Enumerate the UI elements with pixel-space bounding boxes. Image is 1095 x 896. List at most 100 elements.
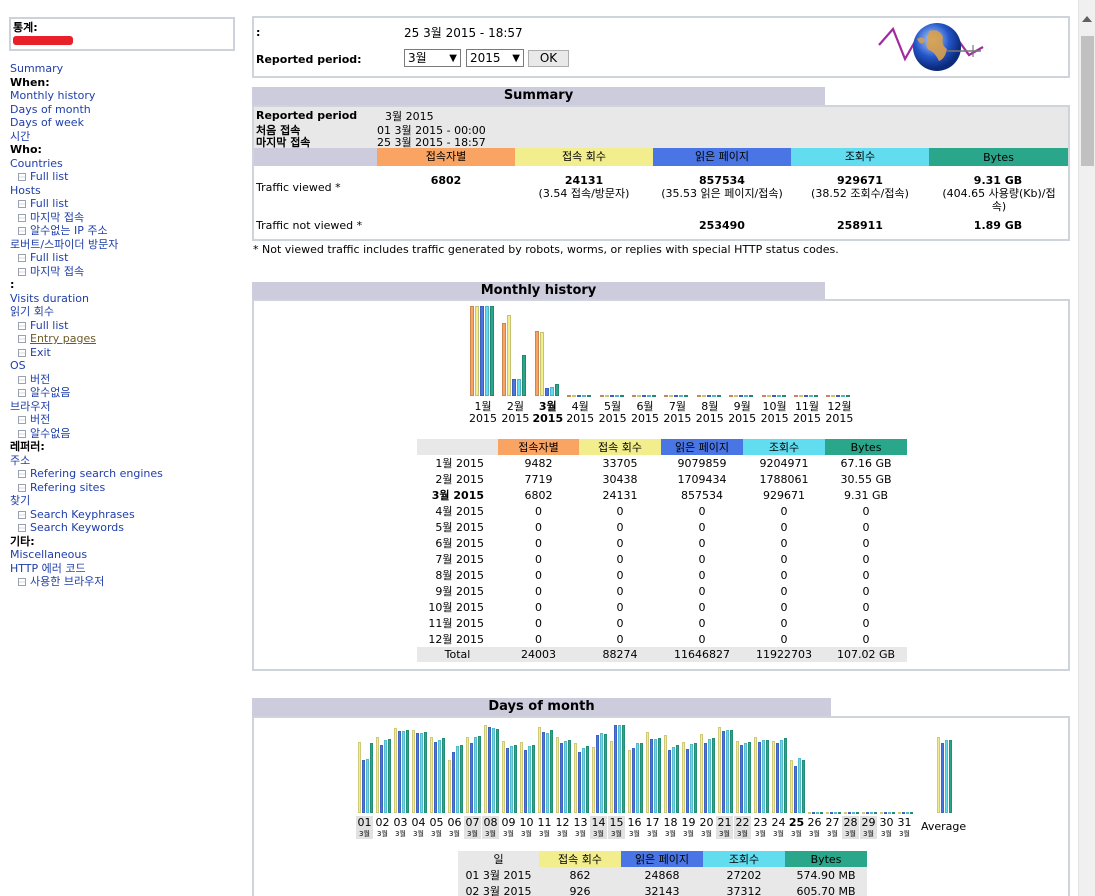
monthly-bar bbox=[637, 395, 641, 397]
nav-line: Days of month bbox=[10, 103, 240, 117]
nav-link[interactable]: 주소 bbox=[10, 454, 30, 467]
nav-sublink[interactable]: 사용한 브라우저 bbox=[30, 575, 104, 588]
nav-sublink[interactable]: Exit bbox=[30, 346, 51, 359]
table-row: 5월 2015 0 0 0 0 0 bbox=[417, 519, 907, 535]
days-bar bbox=[852, 812, 855, 814]
days-bar bbox=[694, 743, 697, 813]
days-day-label: 06 bbox=[447, 816, 462, 829]
nav-link[interactable]: Countries bbox=[10, 157, 63, 170]
ok-button[interactable]: OK bbox=[528, 50, 569, 67]
days-table: 일 접속 회수 읽은 페이지 조회수 Bytes 01 3월 2015 862 24868 27… bbox=[458, 851, 867, 896]
nav-link[interactable]: HTTP 에러 코드 bbox=[10, 562, 86, 575]
monthly-value-cell: 67.16 GB bbox=[840, 456, 892, 470]
days-bar bbox=[820, 812, 823, 814]
days-bar bbox=[524, 750, 527, 813]
nav-link[interactable]: 브라우저 bbox=[10, 400, 50, 413]
days-month-label: 3월 bbox=[575, 830, 586, 838]
nav-sublink[interactable]: Search Keyphrases bbox=[30, 508, 135, 521]
nav-link[interactable]: Days of month bbox=[10, 103, 91, 116]
monthly-total-cell: 11646827 bbox=[674, 648, 730, 661]
days-day-label: 09 bbox=[501, 816, 516, 829]
nav-sublink[interactable]: Refering sites bbox=[30, 481, 105, 494]
monthly-value-cell: 0 bbox=[698, 552, 706, 566]
scroll-up-arrow-icon[interactable] bbox=[1082, 16, 1092, 22]
nav-sublink[interactable]: 마지막 접속 bbox=[30, 211, 84, 224]
page-icon bbox=[18, 375, 26, 384]
monthly-bar bbox=[804, 395, 808, 397]
table-row: 01 3월 2015 862 24868 27202 574.90 MB bbox=[458, 867, 867, 883]
monthly-header-cell: 접속자별 bbox=[498, 439, 579, 455]
days-bar bbox=[574, 743, 577, 813]
days-month-label: 3월 bbox=[557, 830, 568, 838]
days-month-label: 3월 bbox=[464, 829, 481, 839]
nav-line: 시간 bbox=[10, 130, 240, 144]
days-bar bbox=[776, 743, 779, 813]
nav-subitem: 알수없음 bbox=[10, 386, 70, 399]
days-bar bbox=[532, 745, 535, 813]
days-header-cell: Bytes bbox=[785, 851, 867, 867]
nav-line: Full list bbox=[10, 319, 240, 333]
monthly-title: Monthly history bbox=[252, 282, 825, 300]
nav-subitem: 마지막 접속 bbox=[10, 211, 84, 224]
nav-sublink[interactable]: Full list bbox=[30, 197, 68, 210]
days-bar bbox=[798, 758, 801, 813]
days-bar bbox=[880, 812, 883, 814]
nav-sublink[interactable]: 알수없음 bbox=[30, 427, 70, 440]
nav-subitem: Exit bbox=[10, 346, 51, 359]
nav-line: : bbox=[10, 278, 240, 292]
nav-link[interactable]: Monthly history bbox=[10, 89, 95, 102]
nav-link[interactable]: 읽기 회수 bbox=[10, 305, 54, 318]
days-bar bbox=[780, 740, 783, 813]
nav-line: Miscellaneous bbox=[10, 548, 240, 562]
nav-sublink[interactable]: 알수없음 bbox=[30, 386, 70, 399]
year-select[interactable]: 2015 ▼ bbox=[466, 49, 524, 67]
nav-link[interactable]: Summary bbox=[10, 62, 63, 75]
table-row: 6월 2015 0 0 0 0 0 bbox=[417, 535, 907, 551]
days-month-label: 3월 bbox=[899, 830, 910, 838]
nav-link[interactable]: Visits duration bbox=[10, 292, 89, 305]
days-table-header: 일 접속 회수 읽은 페이지 조회수 Bytes bbox=[458, 851, 867, 867]
nav-sublink[interactable]: Full list bbox=[30, 251, 68, 264]
days-day-label: 05 bbox=[429, 816, 444, 829]
nav-subitem: Search Keywords bbox=[10, 521, 124, 534]
nav-link[interactable]: Hosts bbox=[10, 184, 41, 197]
stat-label: 통계: bbox=[13, 21, 38, 34]
page-icon bbox=[18, 173, 26, 181]
redacted-site-name bbox=[13, 36, 73, 45]
days-month-label: 3월 bbox=[842, 829, 859, 839]
nav-sublink[interactable]: Entry pages bbox=[30, 332, 96, 345]
days-bar bbox=[366, 759, 369, 813]
nav-link[interactable]: Miscellaneous bbox=[10, 548, 87, 561]
monthly-value-cell: 0 bbox=[616, 552, 624, 566]
nav-sublink[interactable]: 마지막 접속 bbox=[30, 265, 84, 278]
nav-link[interactable]: 로버트/스파이더 방문자 bbox=[10, 238, 118, 251]
nav-line: Countries bbox=[10, 157, 240, 171]
days-bar bbox=[945, 740, 948, 813]
nav-link[interactable]: Days of week bbox=[10, 116, 84, 129]
monthly-bar bbox=[507, 315, 512, 396]
monthly-month-cell: 11월 2015 bbox=[428, 617, 484, 630]
nav-link[interactable]: OS bbox=[10, 359, 26, 372]
days-bar bbox=[556, 737, 559, 813]
nav-sublink[interactable]: Full list bbox=[30, 319, 68, 332]
scroll-thumb[interactable] bbox=[1081, 36, 1094, 166]
nav-sublink[interactable]: 버전 bbox=[30, 373, 50, 386]
days-bar bbox=[622, 725, 625, 813]
days-bar bbox=[614, 725, 617, 813]
summary-viewed-value: 857534 bbox=[699, 174, 745, 187]
nav-link[interactable]: 찾기 bbox=[10, 494, 30, 507]
monthly-bar bbox=[711, 395, 716, 397]
monthly-bar bbox=[744, 395, 749, 397]
monthly-chart bbox=[254, 301, 1068, 397]
days-month-label: 3월 bbox=[482, 829, 499, 839]
days-bar bbox=[510, 746, 513, 813]
header-colon: : bbox=[256, 26, 261, 39]
nav-sublink[interactable]: 버전 bbox=[30, 413, 50, 426]
vertical-scrollbar[interactable] bbox=[1078, 0, 1095, 896]
days-value-cell: 32143 bbox=[644, 884, 680, 896]
nav-sublink[interactable]: Full list bbox=[30, 170, 68, 183]
nav-sublink[interactable]: Refering search engines bbox=[30, 467, 163, 480]
nav-sublink[interactable]: 알수없는 IP 주소 bbox=[30, 224, 108, 237]
month-select[interactable]: 3월 ▼ bbox=[404, 49, 461, 67]
nav-sublink[interactable]: Search Keywords bbox=[30, 521, 124, 534]
